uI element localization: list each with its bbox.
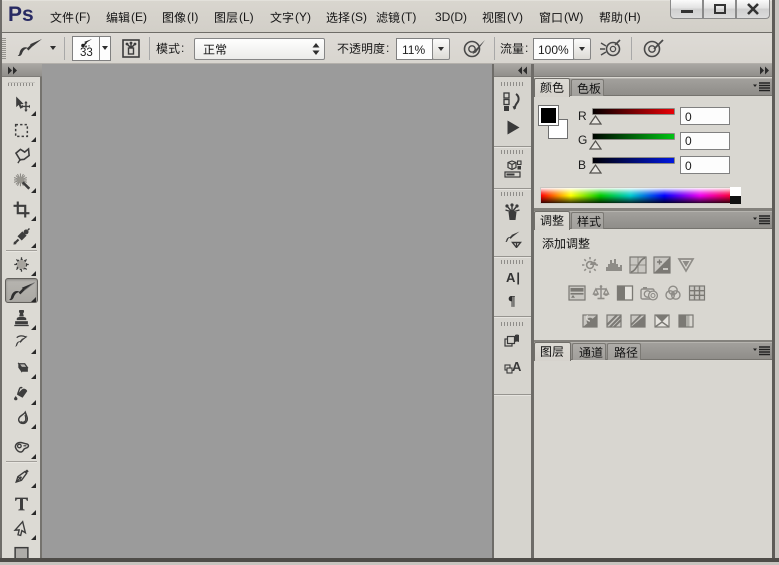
- svg-text:A: A: [512, 359, 522, 374]
